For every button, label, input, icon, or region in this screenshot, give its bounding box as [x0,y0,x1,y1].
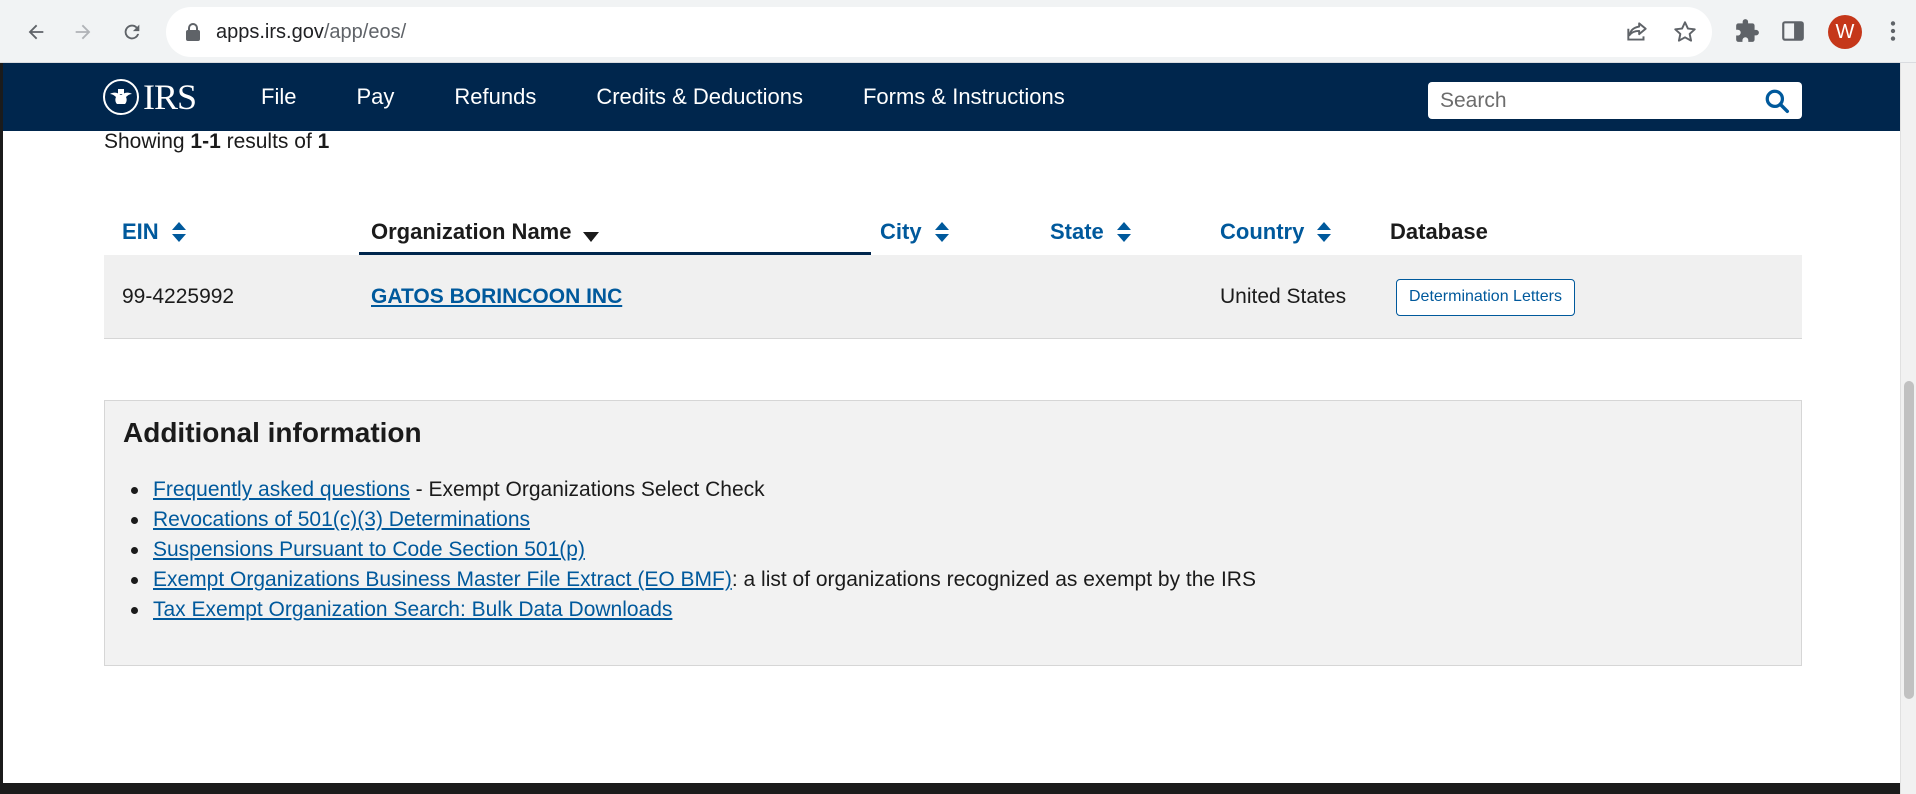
additional-info-title: Additional information [123,417,422,448]
list-item: Tax Exempt Organization Search: Bulk Dat… [131,595,1256,625]
suspensions-link[interactable]: Suspensions Pursuant to Code Section 501… [153,538,585,561]
list-item: Suspensions Pursuant to Code Section 501… [131,535,1256,565]
lock-icon [186,23,200,41]
arrow-right-icon [75,24,91,40]
sort-both-icon [171,222,186,242]
url-host: apps.irs.gov [216,21,324,43]
forward-button[interactable] [65,14,101,50]
cell-ein: 99-4225992 [122,285,235,308]
share-icon[interactable] [1624,19,1650,45]
column-header-org-name-label: Organization Name [371,219,572,244]
browser-toolbar: apps.irs.gov/app/eos/ W [0,0,1916,63]
nav-item-file[interactable]: File [261,63,296,131]
main-nav: File Pay Refunds Credits & Deductions Fo… [261,63,1125,131]
sort-both-icon [934,222,949,242]
nav-item-forms-instructions[interactable]: Forms & Instructions [863,63,1065,131]
column-header-city[interactable]: City [880,203,950,261]
column-header-database-label: Database [1390,219,1488,244]
cell-country: United States [1220,285,1347,308]
sort-descending-icon [583,232,600,242]
list-item: Frequently asked questions - Exempt Orga… [131,475,1256,505]
search-input[interactable] [1428,82,1748,119]
irs-header: IRS File Pay Refunds Credits & Deduction… [3,63,1900,131]
address-bar[interactable]: apps.irs.gov/app/eos/ [166,7,1712,57]
column-header-city-label: City [880,219,922,244]
sort-both-icon [1116,222,1131,242]
profile-avatar[interactable]: W [1828,15,1862,49]
bookmark-star-icon[interactable] [1672,19,1698,45]
page-viewport: IRS File Pay Refunds Credits & Deduction… [0,63,1900,794]
cell-database: Determination Letters [1396,255,1575,339]
more-menu-icon[interactable] [1880,18,1906,44]
column-header-ein-label: EIN [122,219,159,244]
eo-bmf-description: : a list of organizations recognized as … [731,568,1256,591]
bulk-data-downloads-link[interactable]: Tax Exempt Organization Search: Bulk Dat… [153,598,672,621]
revocations-link[interactable]: Revocations of 501(c)(3) Determinations [153,508,530,531]
site-search [1428,82,1802,119]
additional-info-list: Frequently asked questions - Exempt Orga… [131,475,1256,625]
irs-logo[interactable]: IRS [101,77,197,117]
nav-item-credits-deductions[interactable]: Credits & Deductions [596,63,803,131]
reload-icon [124,24,140,40]
nav-item-pay[interactable]: Pay [356,63,394,131]
side-panel-icon[interactable] [1780,18,1806,44]
nav-item-refunds[interactable]: Refunds [454,63,536,131]
results-count-prefix: Showing [104,130,191,153]
sort-both-icon [1317,222,1332,242]
additional-info-panel: Additional information Frequently asked … [104,400,1802,666]
irs-eagle-icon [103,79,139,115]
faq-link[interactable]: Frequently asked questions [153,478,410,501]
list-item: Exempt Organizations Business Master Fil… [131,565,1256,595]
scrollbar-thumb[interactable] [1904,381,1914,699]
column-header-database: Database [1390,203,1488,261]
results-count: Showing 1-1 results of 1 [104,130,329,154]
eo-bmf-link[interactable]: Exempt Organizations Business Master Fil… [153,568,732,591]
column-header-country-label: Country [1220,219,1305,244]
reload-button[interactable] [114,14,150,50]
arrow-left-icon [28,24,44,40]
search-icon[interactable] [1764,88,1790,114]
back-button[interactable] [18,14,54,50]
url-text[interactable]: apps.irs.gov/app/eos/ [216,7,406,57]
column-header-state-label: State [1050,219,1104,244]
results-total: 1 [317,130,330,153]
footer-edge [3,783,1900,794]
results-count-mid: results of [220,130,318,153]
column-header-country[interactable]: Country [1220,203,1332,261]
column-header-ein[interactable]: EIN [122,203,187,261]
table-row: 99-4225992 GATOS BORINCOON INC United St… [104,255,1802,339]
irs-logo-text: IRS [143,77,197,117]
column-header-state[interactable]: State [1050,203,1132,261]
extensions-icon[interactable] [1734,18,1760,44]
determination-letters-button[interactable]: Determination Letters [1396,278,1575,316]
url-path: /app/eos/ [323,21,407,43]
organization-name-link[interactable]: GATOS BORINCOON INC [371,285,622,309]
list-item: Revocations of 501(c)(3) Determinations [131,505,1256,535]
page-scrollbar[interactable] [1900,63,1916,794]
results-range: 1-1 [190,130,221,153]
cell-organization-name: GATOS BORINCOON INC [371,255,622,339]
faq-description: - Exempt Organizations Select Check [409,478,765,501]
